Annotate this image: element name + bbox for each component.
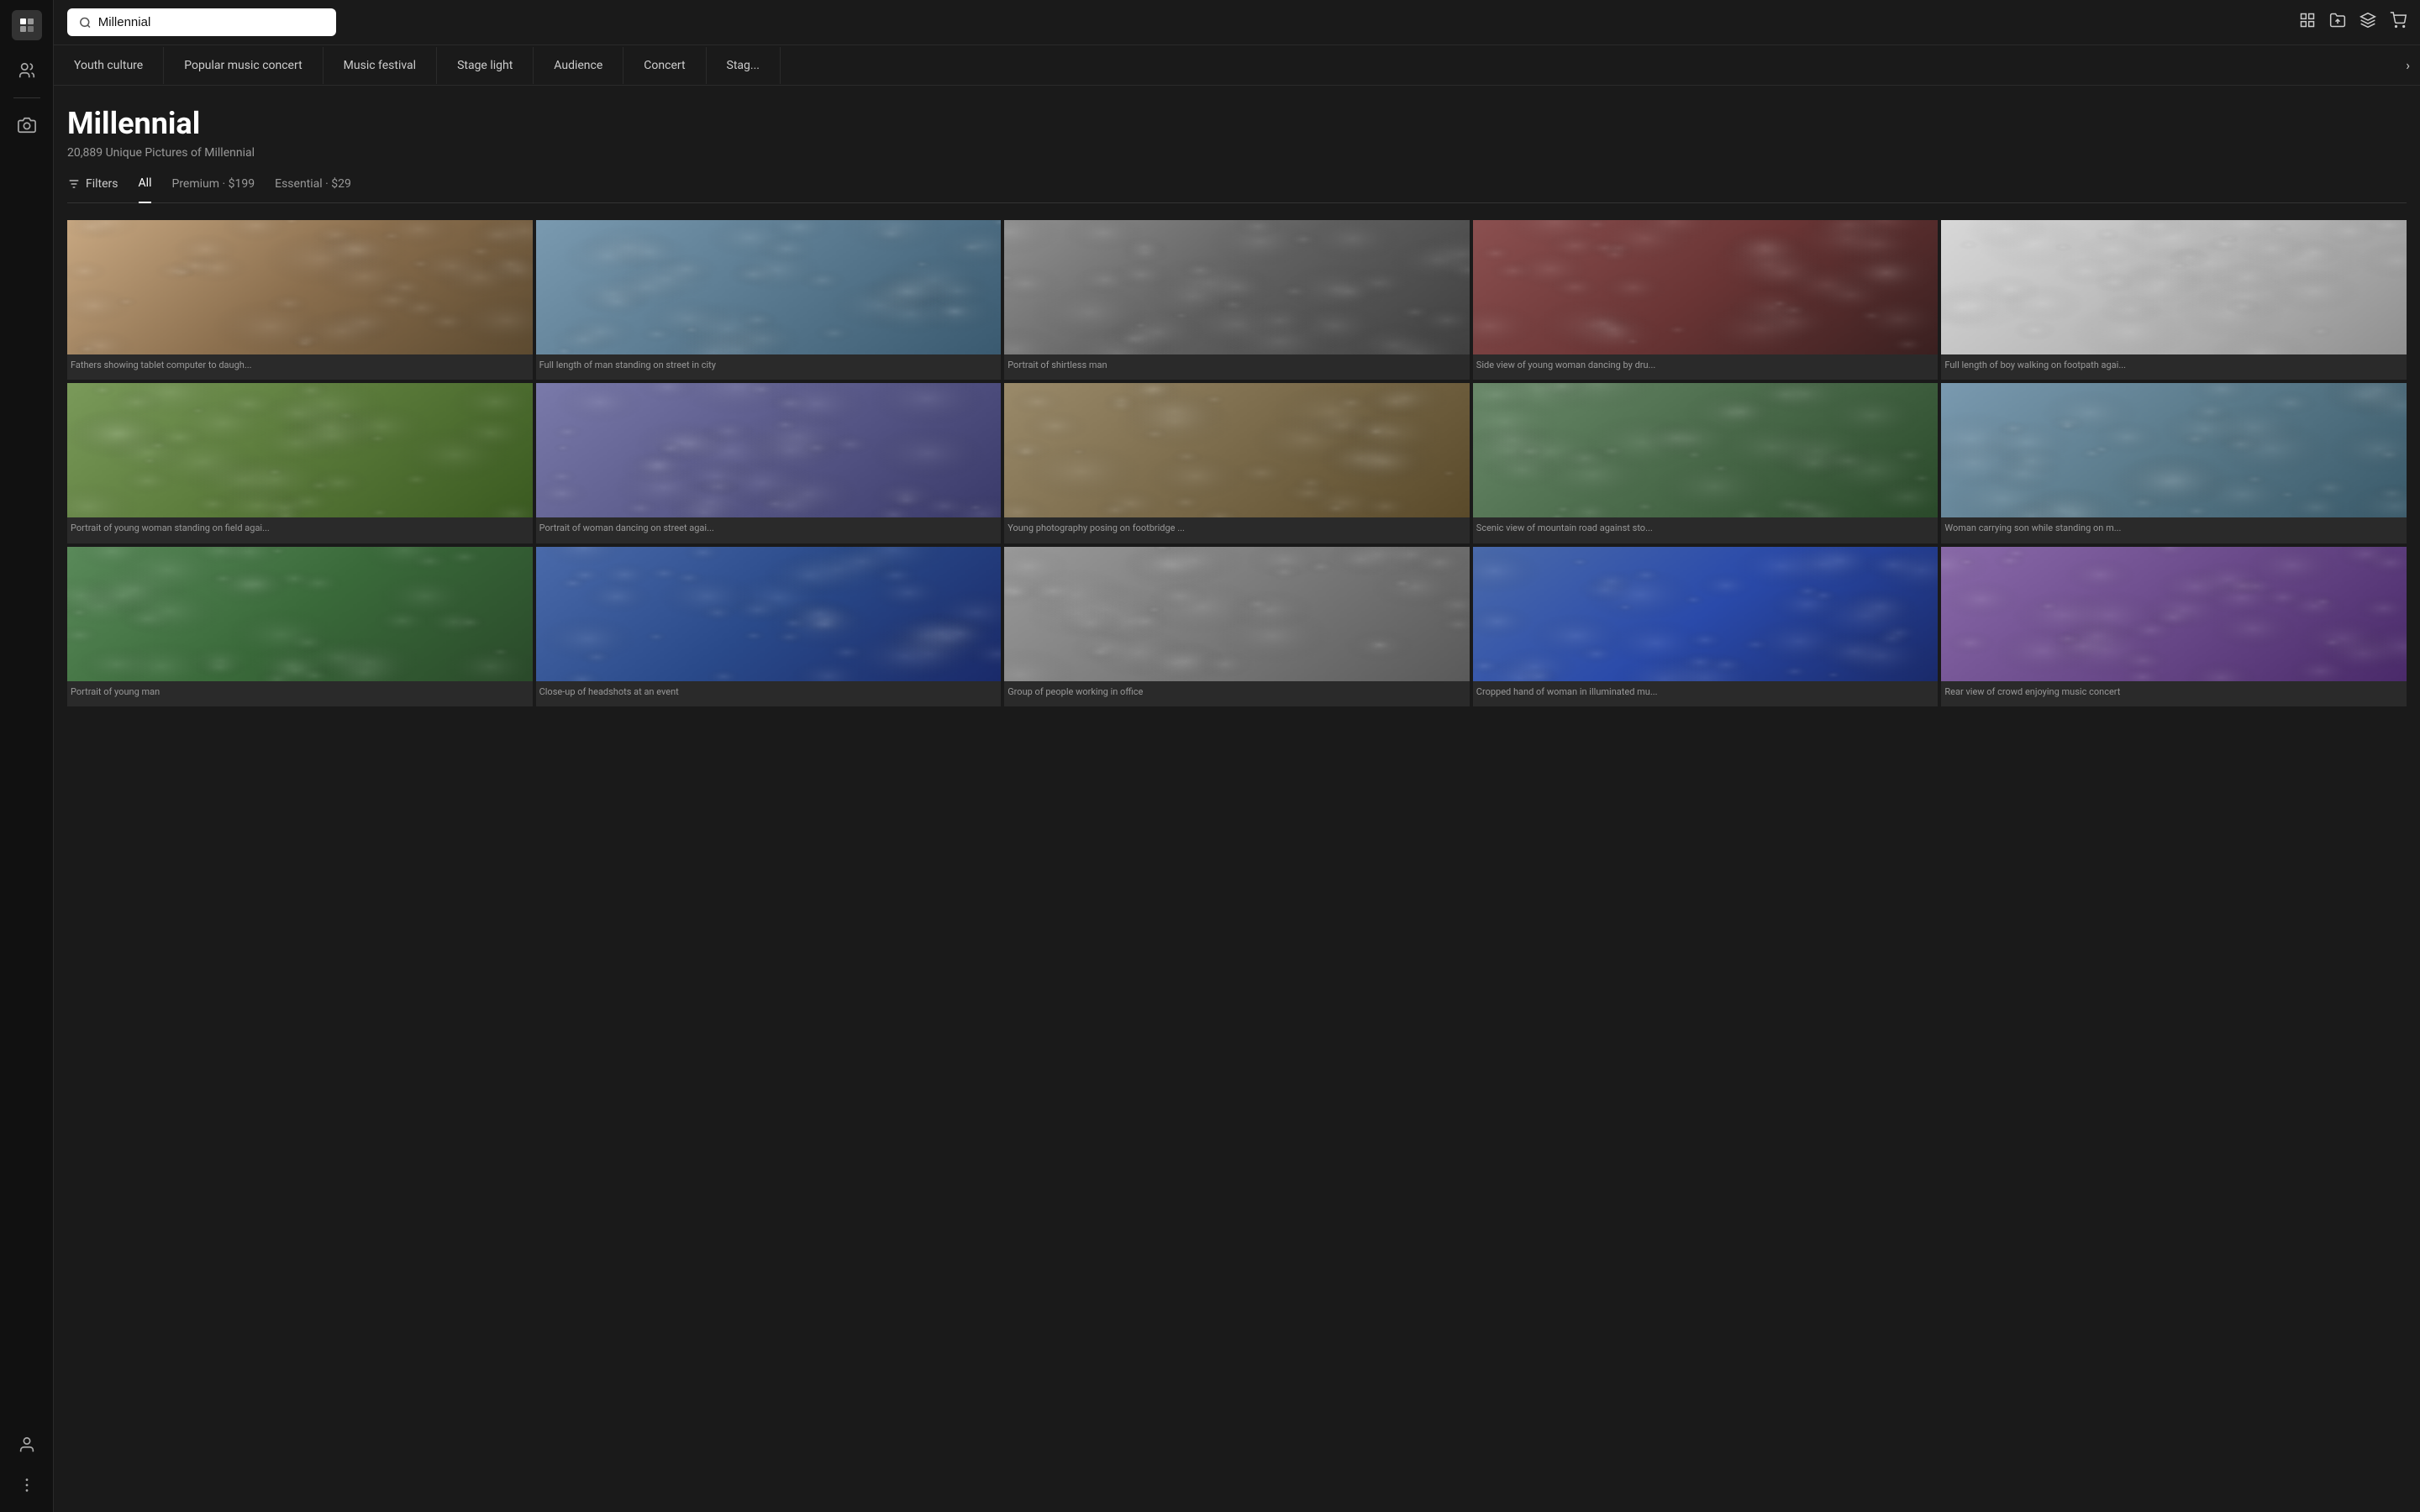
page-subtitle: 20,889 Unique Pictures of Millennial bbox=[67, 146, 2407, 160]
search-box[interactable] bbox=[67, 8, 336, 36]
image-item[interactable]: Full length of boy walking on footpath a… bbox=[1941, 220, 2407, 380]
search-icon bbox=[79, 16, 92, 29]
image-caption: Side view of young woman dancing by dru.… bbox=[1473, 354, 1939, 380]
search-input[interactable] bbox=[98, 15, 324, 29]
image-item[interactable]: Scenic view of mountain road against sto… bbox=[1473, 383, 1939, 543]
image-caption: Group of people working in office bbox=[1004, 681, 1470, 706]
people-icon[interactable] bbox=[10, 54, 44, 87]
filter-tab-essential[interactable]: Essential · $29 bbox=[275, 177, 351, 202]
user-icon[interactable] bbox=[10, 1428, 44, 1462]
image-item[interactable]: Woman carrying son while standing on m..… bbox=[1941, 383, 2407, 543]
image-item[interactable]: Portrait of young man bbox=[67, 547, 533, 706]
image-item[interactable]: Portrait of woman dancing on street agai… bbox=[536, 383, 1002, 543]
sidebar-divider bbox=[13, 97, 40, 98]
filters-button[interactable]: Filters bbox=[67, 177, 118, 191]
app-logo[interactable] bbox=[12, 10, 42, 40]
content-area: Millennial 20,889 Unique Pictures of Mil… bbox=[54, 86, 2420, 1512]
layers-icon[interactable] bbox=[2360, 12, 2376, 33]
image-caption: Fathers showing tablet computer to daugh… bbox=[67, 354, 533, 380]
sidebar-bottom bbox=[10, 1428, 44, 1502]
page-title: Millennial bbox=[67, 106, 2407, 141]
image-item[interactable]: Cropped hand of woman in illuminated mu.… bbox=[1473, 547, 1939, 706]
tab-audience[interactable]: Audience bbox=[534, 47, 623, 84]
tab-youth-culture[interactable]: Youth culture bbox=[54, 47, 164, 84]
filters-icon bbox=[67, 177, 81, 191]
image-item[interactable]: Side view of young woman dancing by dru.… bbox=[1473, 220, 1939, 380]
image-caption: Portrait of shirtless man bbox=[1004, 354, 1470, 380]
image-caption: Young photography posing on footbridge .… bbox=[1004, 517, 1470, 543]
image-item[interactable]: Portrait of shirtless man bbox=[1004, 220, 1470, 380]
upload-folder-icon[interactable] bbox=[2329, 12, 2346, 33]
image-item[interactable]: Portrait of young woman standing on fiel… bbox=[67, 383, 533, 543]
image-caption: Rear view of crowd enjoying music concer… bbox=[1941, 681, 2407, 706]
image-item[interactable]: Rear view of crowd enjoying music concer… bbox=[1941, 547, 2407, 706]
image-caption: Woman carrying son while standing on m..… bbox=[1941, 517, 2407, 543]
topbar bbox=[54, 0, 2420, 45]
tab-stage-light[interactable]: Stage light bbox=[437, 47, 534, 84]
main-content: Youth culture Popular music concert Musi… bbox=[54, 0, 2420, 1512]
tab-music-festival[interactable]: Music festival bbox=[324, 47, 437, 84]
tab-concert[interactable]: Concert bbox=[623, 47, 706, 84]
image-caption: Close-up of headshots at an event bbox=[536, 681, 1002, 706]
layout-toggle-icon[interactable] bbox=[2299, 12, 2316, 33]
image-caption: Full length of man standing on street in… bbox=[536, 354, 1002, 380]
image-item[interactable]: Young photography posing on footbridge .… bbox=[1004, 383, 1470, 543]
filter-tab-all[interactable]: All bbox=[139, 176, 152, 203]
topbar-icons bbox=[2299, 12, 2407, 33]
image-caption: Full length of boy walking on footpath a… bbox=[1941, 354, 2407, 380]
image-grid: Fathers showing tablet computer to daugh… bbox=[67, 220, 2407, 706]
image-item[interactable]: Group of people working in office bbox=[1004, 547, 1470, 706]
cart-icon[interactable] bbox=[2390, 12, 2407, 33]
image-caption: Cropped hand of woman in illuminated mu.… bbox=[1473, 681, 1939, 706]
filter-bar: Filters All Premium · $199 Essential · $… bbox=[67, 176, 2407, 203]
image-caption: Portrait of woman dancing on street agai… bbox=[536, 517, 1002, 543]
tabs-next-arrow[interactable]: › bbox=[2396, 45, 2420, 85]
image-item[interactable]: Full length of man standing on street in… bbox=[536, 220, 1002, 380]
category-tabs: Youth culture Popular music concert Musi… bbox=[54, 45, 2420, 86]
image-caption: Portrait of young man bbox=[67, 681, 533, 706]
image-item[interactable]: Close-up of headshots at an event bbox=[536, 547, 1002, 706]
sidebar bbox=[0, 0, 54, 1512]
image-caption: Portrait of young woman standing on fiel… bbox=[67, 517, 533, 543]
tab-popular-music-concert[interactable]: Popular music concert bbox=[164, 47, 323, 84]
image-caption: Scenic view of mountain road against sto… bbox=[1473, 517, 1939, 543]
camera-icon[interactable] bbox=[10, 108, 44, 142]
more-options-icon[interactable] bbox=[10, 1468, 44, 1502]
tab-stage-more[interactable]: Stag... bbox=[707, 47, 781, 84]
filter-tab-premium[interactable]: Premium · $199 bbox=[171, 177, 255, 202]
image-item[interactable]: Fathers showing tablet computer to daugh… bbox=[67, 220, 533, 380]
